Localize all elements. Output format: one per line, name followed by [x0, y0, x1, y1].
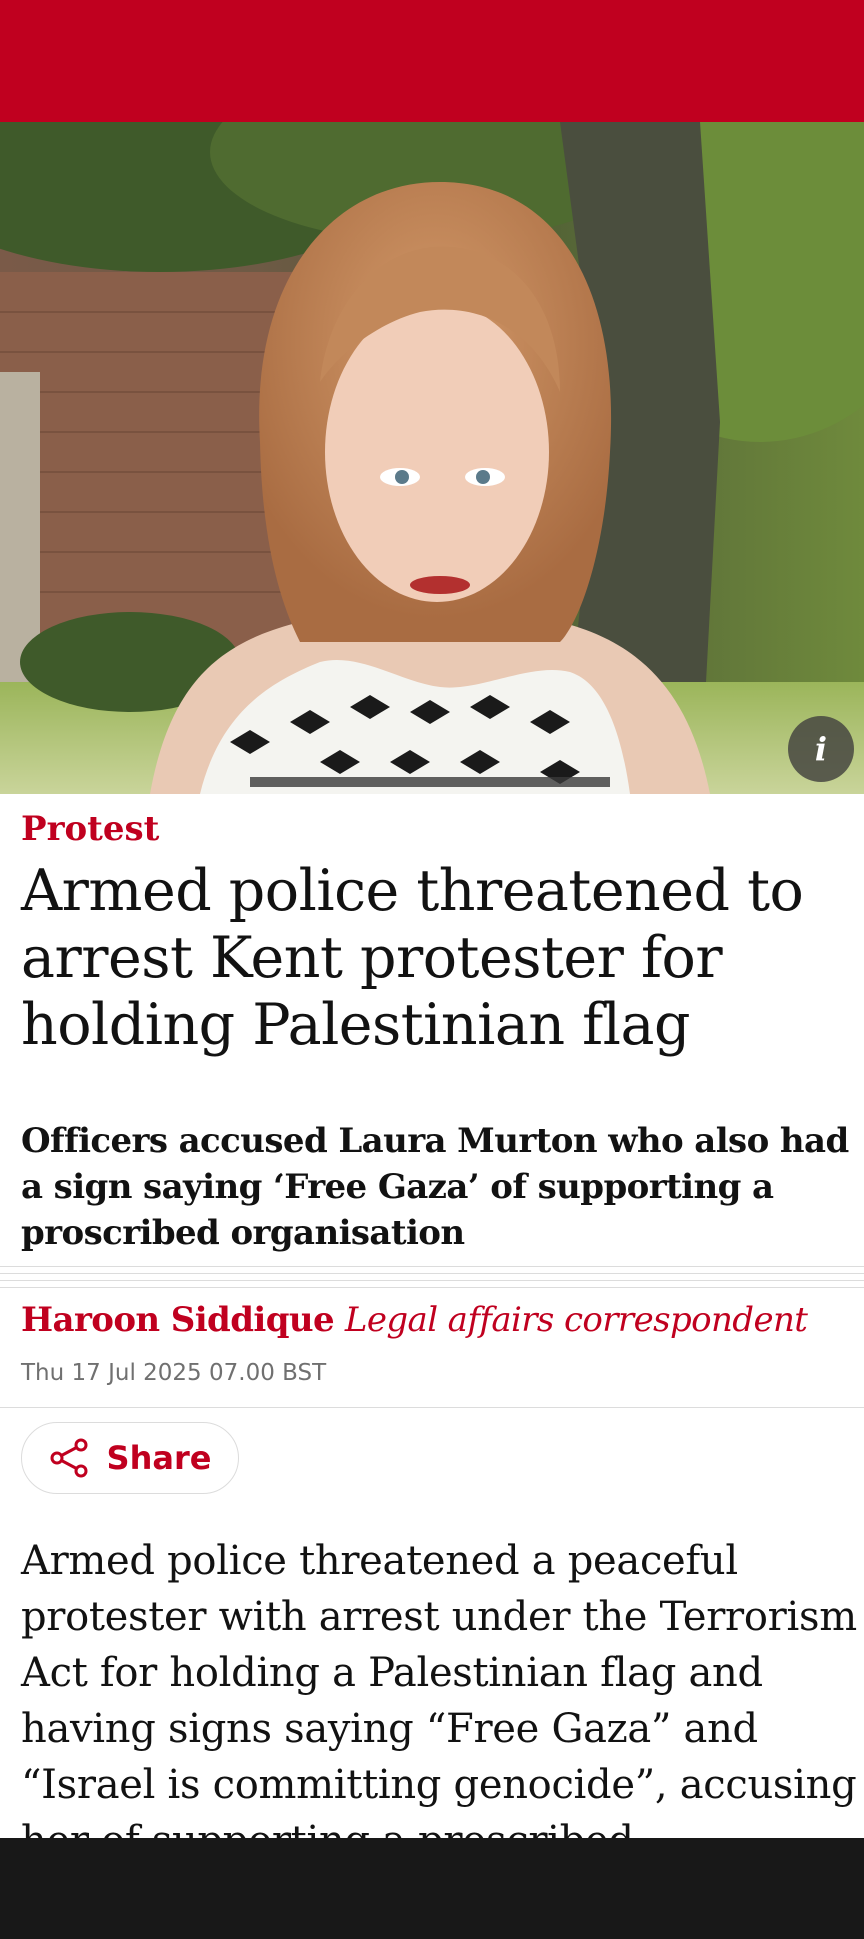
publish-date: Thu 17 Jul 2025 07.00 BST [21, 1360, 327, 1386]
share-label: Share [106, 1439, 212, 1477]
share-button[interactable]: Share [21, 1422, 239, 1494]
author-name-link[interactable]: Haroon Siddique [21, 1300, 335, 1340]
section-kicker[interactable]: Protest [21, 810, 851, 848]
section-divider-rules [0, 1266, 864, 1294]
author-role: Legal affairs correspondent [344, 1300, 808, 1340]
bottom-system-bar [0, 1838, 864, 1939]
share-icon [50, 1438, 88, 1478]
article-header: Protest Armed police threatened to arres… [21, 794, 851, 1256]
hero-photo-illustration [0, 122, 864, 794]
article-headline: Armed police threatened to arrest Kent p… [21, 858, 804, 1058]
top-brand-bar [0, 0, 864, 122]
byline: Haroon Siddique Legal affairs correspond… [21, 1298, 851, 1342]
meta-divider [0, 1407, 864, 1408]
hero-image: i [0, 122, 864, 794]
info-icon: i [814, 730, 828, 768]
article-standfirst: Officers accused Laura Murton who also h… [21, 1121, 849, 1253]
image-info-button[interactable]: i [788, 716, 854, 782]
